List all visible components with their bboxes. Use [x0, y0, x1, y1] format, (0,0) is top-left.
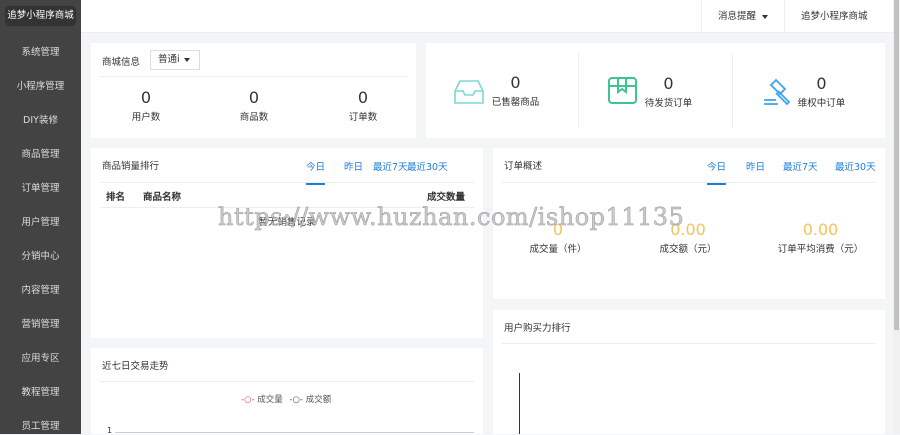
tab-yesterday[interactable]: 昨日	[344, 159, 363, 183]
stat-value: 0	[357, 88, 369, 107]
trend-card: 近七日交易走势 -○- 成交量 -○- 成交额 1	[91, 348, 483, 435]
column-header: 成交数量	[426, 192, 465, 203]
stat-label: 已售罄商品	[491, 97, 540, 108]
legend-label[interactable]: 成交量	[257, 395, 283, 405]
stat-value: 0	[552, 220, 564, 239]
column-header: 商品名称	[143, 192, 182, 203]
inbox-icon	[454, 80, 484, 104]
tab-7days[interactable]: 最近7天	[373, 159, 408, 183]
divider	[578, 53, 579, 128]
store-label: 追梦小程序商城	[801, 11, 868, 22]
caret-down-icon	[183, 57, 190, 62]
stat-orders: 0 订单数	[328, 88, 398, 123]
stat-amount: 0.00 成交额（元）	[633, 220, 743, 255]
sidebar-item[interactable]: 系统管理	[0, 44, 81, 58]
divider	[100, 76, 407, 77]
sidebar-item[interactable]: 员工管理	[0, 418, 81, 432]
order-overview-card: 订单概述 今日 昨日 最近7天 最近30天 0 成交量（件） 0.00 成交额（元）…	[493, 148, 885, 299]
stat-label: 用户数	[131, 112, 161, 123]
stat-label: 成交量（件）	[529, 244, 587, 255]
empty-message: 暂无销售记录	[258, 217, 316, 228]
stat-disputes[interactable]: 0 维权中订单	[794, 74, 849, 109]
sidebar-item[interactable]: 分销中心	[0, 248, 81, 262]
stat-label: 成交额（元）	[659, 244, 717, 255]
order-status-card: 0 已售罄商品 0 待发货订单 0 维权中订单	[426, 43, 885, 138]
sidebar-item[interactable]: 订单管理	[0, 180, 81, 194]
divider	[502, 343, 876, 344]
grid-line	[115, 432, 474, 433]
stat-value: 0	[816, 74, 827, 93]
sales-rank-card: 商品销量排行 今日 昨日 最近7天 最近30天 排名 商品名称 成交数量 暂无销…	[91, 148, 483, 338]
column-header: 排名	[106, 192, 126, 203]
chart-legend: -○- 成交量 -○- 成交额	[241, 393, 331, 405]
stat-users: 0 用户数	[111, 88, 181, 123]
sidebar-item[interactable]: 教程管理	[0, 384, 81, 398]
sidebar-item[interactable]: DIY装修	[0, 112, 81, 126]
sidebar-item[interactable]: 内容管理	[0, 282, 81, 296]
logo[interactable]: 追梦小程序商城	[5, 6, 76, 26]
store-dropdown[interactable]: 追梦小程序商城	[784, 0, 893, 52]
tab-30days[interactable]: 最近30天	[407, 159, 448, 183]
store-type-select[interactable]: 普通i	[150, 50, 200, 70]
divider	[502, 182, 876, 183]
scrollbar-thumb[interactable]	[894, 0, 899, 330]
stat-goods: 0 商品数	[219, 88, 289, 123]
stat-label: 维权中订单	[797, 98, 846, 109]
tab-yesterday[interactable]: 昨日	[746, 159, 765, 183]
card-title: 订单概述	[504, 161, 543, 172]
stat-label: 订单平均消费（元）	[777, 244, 864, 255]
top-header: 消息提醒 追梦小程序商城	[81, 0, 893, 52]
legend-label[interactable]: 成交额	[306, 395, 332, 405]
stat-value: 0	[248, 88, 260, 107]
card-title: 用户购买力排行	[504, 323, 571, 334]
package-icon	[608, 77, 637, 104]
stat-label: 待发货订单	[644, 98, 693, 109]
divider	[100, 207, 474, 208]
divider	[100, 182, 474, 183]
stat-sold-out[interactable]: 0 已售罄商品	[488, 73, 543, 108]
stat-value: 0.00	[670, 220, 706, 239]
stat-value: 0	[140, 88, 152, 107]
stat-value: 0.00	[802, 220, 839, 239]
stat-average: 0.00 订单平均消费（元）	[763, 220, 878, 255]
select-value: 普通i	[158, 54, 180, 65]
legend-marker-volume: -○-	[241, 395, 255, 405]
stat-pending-shipment[interactable]: 0 待发货订单	[641, 74, 696, 109]
user-rank-card: 用户购买力排行	[493, 310, 885, 434]
stat-label: 订单数	[348, 112, 378, 123]
card-title: 商品销量排行	[102, 161, 160, 172]
messages-label: 消息提醒	[718, 11, 757, 22]
chart-axis	[519, 373, 520, 434]
sidebar-item[interactable]: 应用专区	[0, 350, 81, 364]
stat-value: 0	[510, 73, 521, 92]
legend-marker-amount: -○-	[289, 395, 304, 405]
tab-30days[interactable]: 最近30天	[835, 159, 876, 183]
sidebar-item[interactable]: 用户管理	[0, 214, 81, 228]
divider	[100, 381, 474, 382]
gavel-icon	[764, 78, 791, 106]
sidebar-item[interactable]: 营销管理	[0, 316, 81, 330]
store-info-card: 商城信息 普通i 0 用户数 0 商品数 0 订单数	[91, 43, 416, 138]
tab-7days[interactable]: 最近7天	[783, 159, 818, 183]
caret-down-icon	[762, 14, 769, 19]
card-title: 商城信息	[102, 57, 141, 68]
sidebar: 追梦小程序商城 系统管理 小程序管理 DIY装修 商品管理 订单管理 用户管理 …	[0, 0, 81, 434]
divider	[732, 53, 733, 128]
card-title: 近七日交易走势	[102, 361, 169, 372]
stat-volume: 0 成交量（件）	[503, 220, 613, 255]
stat-label: 商品数	[239, 112, 269, 123]
messages-dropdown[interactable]: 消息提醒	[701, 0, 784, 33]
sidebar-item[interactable]: 小程序管理	[0, 78, 81, 92]
sidebar-item[interactable]: 商品管理	[0, 146, 81, 160]
stat-value: 0	[663, 74, 674, 93]
scrollbar[interactable]	[893, 0, 900, 434]
